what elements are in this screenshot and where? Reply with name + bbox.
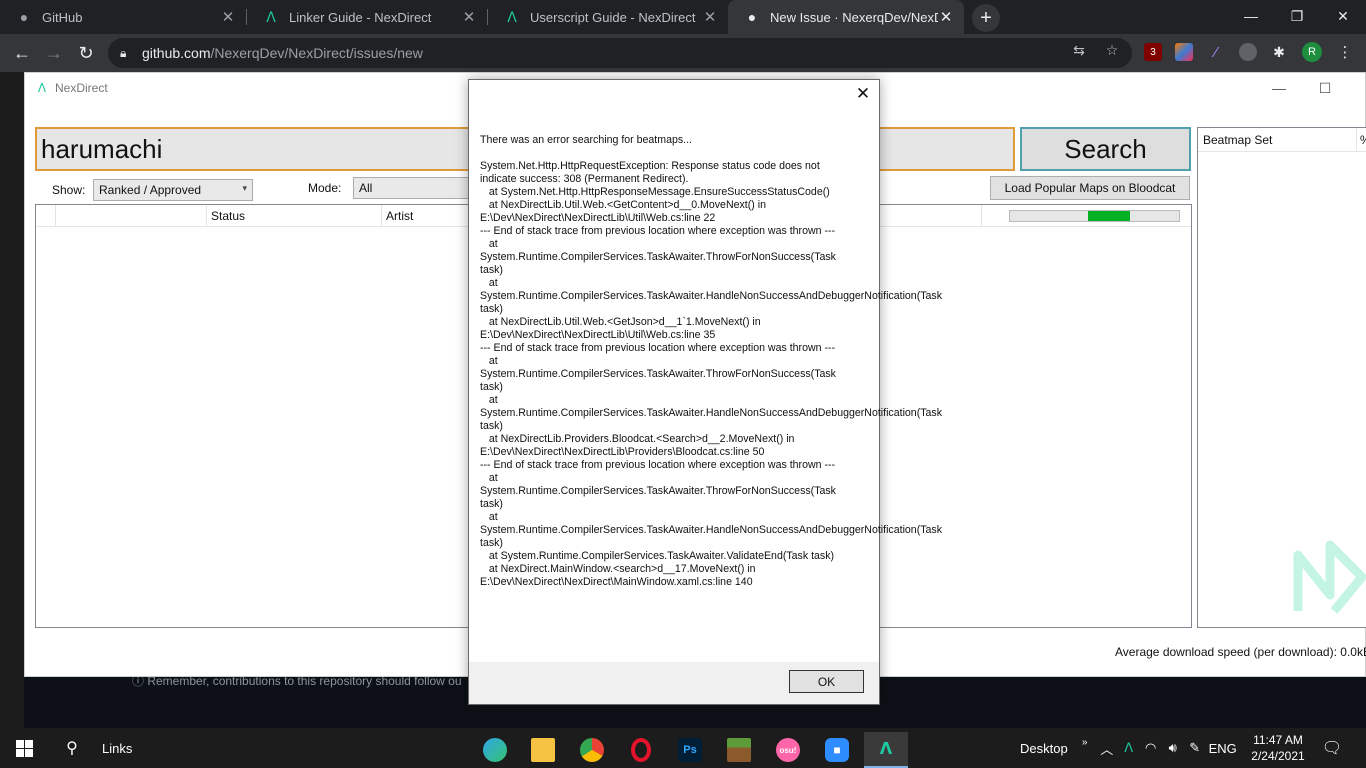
download-progress-bar	[1009, 210, 1180, 222]
close-icon[interactable]: ✕	[461, 9, 477, 26]
error-message: There was an error searching for beatmap…	[480, 134, 943, 588]
mode-select-value: All	[359, 181, 373, 195]
nexdirect-icon: ᐱ	[507, 8, 517, 25]
desktop-toolbar-label[interactable]: Desktop	[1020, 741, 1068, 756]
new-tab-button[interactable]: +	[972, 4, 1000, 32]
url-host: github.com	[142, 45, 211, 61]
translate-icon[interactable]: ⇆	[1070, 41, 1088, 59]
show-select-value: Ranked / Approved	[99, 183, 202, 197]
github-page-edge	[0, 72, 24, 728]
average-download-speed: Average download speed (per download): 0…	[1115, 645, 1366, 659]
show-select[interactable]: Ranked / Approved ▾	[93, 179, 253, 201]
nexdirect-tray-icon[interactable]: ᐱ	[1118, 740, 1140, 756]
nexdirect-icon: ᐱ	[266, 8, 276, 25]
browser-toolbar: ← → ↻ 🔒︎ github.com/NexerqDev/NexDirect/…	[0, 34, 1366, 72]
pen-icon[interactable]: ✎	[1184, 740, 1206, 756]
nexdirect-logo-icon: ᐱ	[37, 81, 47, 95]
column-separator	[1356, 128, 1357, 152]
chevron-up-icon[interactable]: ︿	[1096, 739, 1118, 758]
wifi-icon[interactable]: ◠	[1140, 740, 1162, 756]
maximize-icon[interactable]: ☐	[1310, 77, 1340, 99]
menu-icon[interactable]: ⋮	[1336, 43, 1354, 61]
close-icon[interactable]: ✕	[1320, 0, 1366, 32]
window-controls: — ❐ ✕	[1228, 0, 1366, 32]
window-title: NexDirect	[55, 81, 108, 95]
ublock-icon[interactable]: 3	[1144, 43, 1162, 61]
tab-github[interactable]: ● GitHub ✕	[0, 0, 246, 34]
notification-icon[interactable]: 🗨︎	[1320, 736, 1344, 760]
error-dialog: ✕ There was an error searching for beatm…	[468, 79, 943, 705]
mode-label: Mode:	[308, 181, 342, 195]
column-separator	[206, 205, 207, 227]
tab-title: Userscript Guide - NexDirect	[530, 9, 696, 25]
clock-time: 11:47 AM	[1253, 733, 1303, 747]
taskbar-search[interactable]: ⚲ Links	[60, 728, 132, 768]
puzzle-icon[interactable]: ✱	[1270, 43, 1288, 61]
chevron-right-icon[interactable]: »	[1074, 737, 1096, 748]
chevron-down-icon: ▾	[242, 183, 247, 193]
avatar[interactable]: R	[1302, 42, 1322, 62]
chrome-icon[interactable]	[570, 732, 614, 768]
github-icon: ●	[19, 9, 29, 25]
file-explorer-icon[interactable]	[521, 732, 565, 768]
close-icon[interactable]: ✕	[938, 9, 954, 26]
osu-icon[interactable]: osu!	[766, 732, 810, 768]
windows-taskbar: ⚲ Links Ps osu! ■ ᐱ Desktop » ︿ ᐱ ◠ 🔊︎ ✎…	[0, 728, 1366, 768]
tab-title: GitHub	[42, 9, 83, 25]
column-header-percent[interactable]: %	[1360, 133, 1366, 147]
ok-button[interactable]: OK	[789, 670, 864, 693]
mode-select[interactable]: All	[353, 177, 473, 199]
close-icon[interactable]: ✕	[855, 84, 871, 103]
star-icon[interactable]: ☆	[1103, 41, 1121, 59]
column-separator	[55, 205, 56, 227]
column-header-beatmap-set[interactable]: Beatmap Set	[1198, 128, 1366, 152]
color-extension-icon[interactable]	[1175, 43, 1193, 61]
close-icon[interactable]: ✕	[220, 9, 236, 26]
column-header-status[interactable]: Status	[211, 209, 245, 223]
address-bar[interactable]: 🔒︎ github.com/NexerqDev/NexDirect/issues…	[108, 38, 1132, 68]
progress-fill	[1087, 211, 1130, 221]
column-header-artist[interactable]: Artist	[386, 209, 413, 223]
system-tray: Desktop » ︿ ᐱ ◠ 🔊︎ ✎ ENG	[1020, 728, 1240, 768]
extension-badge: 3	[1150, 46, 1156, 58]
minecraft-icon[interactable]	[717, 732, 761, 768]
column-separator	[381, 205, 382, 227]
forward-icon[interactable]: →	[40, 39, 68, 67]
clock-date: 2/24/2021	[1251, 749, 1305, 763]
language-indicator[interactable]: ENG	[1206, 741, 1240, 756]
browser-tabstrip: ● GitHub ✕ ᐱ Linker Guide - NexDirect ✕ …	[0, 0, 1366, 34]
tab-title: Linker Guide - NexDirect	[289, 9, 432, 25]
tab-title: New Issue · NexerqDev/NexDirect	[770, 9, 938, 25]
search-button[interactable]: Search	[1020, 127, 1191, 171]
column-separator	[981, 205, 982, 227]
clock[interactable]: 11:47 AM 2/24/2021	[1248, 732, 1308, 764]
reload-icon[interactable]: ↻	[72, 39, 100, 67]
tab-userscript-guide[interactable]: ᐱ Userscript Guide - NexDirect ✕	[488, 0, 728, 34]
minimize-icon[interactable]: —	[1264, 77, 1294, 99]
tab-new-issue[interactable]: ● New Issue · NexerqDev/NexDirect ✕	[728, 0, 964, 34]
minimize-icon[interactable]: —	[1228, 0, 1274, 32]
photoshop-icon[interactable]: Ps	[668, 732, 712, 768]
nexdirect-icon[interactable]: ᐱ	[864, 732, 908, 768]
pen-extension-icon[interactable]: ⁄	[1207, 43, 1225, 61]
search-icon: ⚲	[66, 740, 78, 757]
back-icon[interactable]: ←	[8, 39, 36, 67]
taskbar-links-label: Links	[102, 740, 133, 756]
windows-start-icon[interactable]	[0, 728, 48, 768]
tab-linker-guide[interactable]: ᐱ Linker Guide - NexDirect ✕	[247, 0, 487, 34]
nexdirect-watermark-icon	[1293, 540, 1366, 614]
close-icon[interactable]: ✕	[702, 9, 718, 26]
load-popular-bloodcat-button[interactable]: Load Popular Maps on Bloodcat	[990, 176, 1190, 200]
url-path: /NexerqDev/NexDirect/issues/new	[210, 45, 423, 61]
show-label: Show:	[52, 183, 86, 197]
lock-icon: 🔒︎	[120, 45, 127, 60]
github-icon: ●	[747, 9, 757, 25]
extension-icon[interactable]	[1239, 43, 1257, 61]
volume-icon[interactable]: 🔊︎	[1162, 740, 1184, 756]
opera-icon[interactable]	[619, 732, 663, 768]
dialog-footer: OK	[469, 662, 879, 704]
edge-icon[interactable]	[473, 732, 517, 768]
zoom-icon[interactable]: ■	[815, 732, 859, 768]
restore-icon[interactable]: ❐	[1274, 0, 1320, 32]
